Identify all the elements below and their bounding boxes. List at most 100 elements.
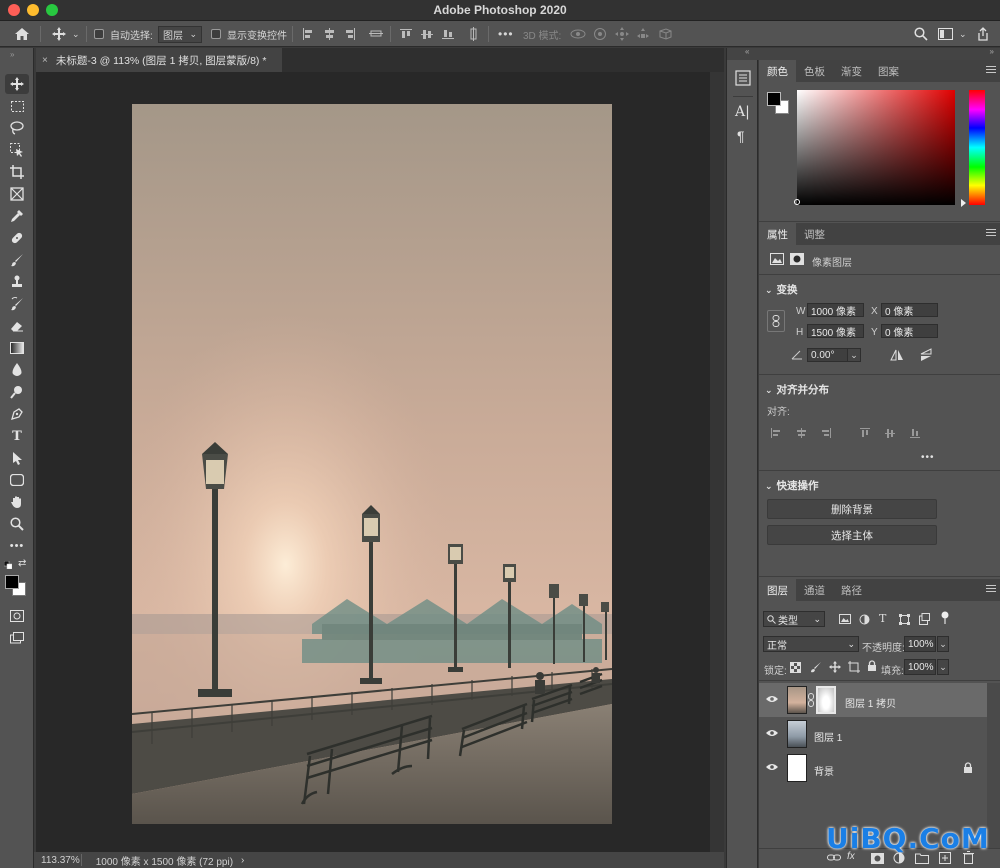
- y-field[interactable]: 0 像素: [881, 324, 938, 339]
- show-transform-checkbox[interactable]: [211, 29, 221, 39]
- layer-row-copy[interactable]: 图层 1 拷贝: [759, 683, 987, 717]
- angle-dropdown[interactable]: ⌄: [847, 348, 861, 362]
- history-panel-icon[interactable]: [735, 70, 751, 89]
- lock-position-icon[interactable]: [829, 661, 841, 676]
- align-center-h-icon[interactable]: [323, 21, 335, 47]
- search-icon[interactable]: [914, 21, 928, 47]
- foreground-color-swatch[interactable]: [767, 92, 781, 106]
- tab-paths[interactable]: 路径: [833, 579, 870, 601]
- layer-row-layer1[interactable]: 图层 1: [759, 717, 987, 751]
- frame-tool-icon[interactable]: [5, 184, 29, 204]
- foreground-color-swatch[interactable]: [5, 575, 19, 589]
- align-bottom-edges-icon[interactable]: [910, 428, 920, 441]
- align-v-centers-icon[interactable]: [885, 428, 895, 441]
- visibility-eye-icon[interactable]: [766, 728, 778, 740]
- layer-filter-kind[interactable]: 类型 ⌄: [763, 611, 825, 627]
- align-top-edges-icon[interactable]: [860, 428, 870, 441]
- blur-tool-icon[interactable]: [5, 360, 29, 380]
- align-more-icon[interactable]: •••: [921, 452, 935, 463]
- crop-tool-icon[interactable]: [5, 162, 29, 182]
- align-left-icon[interactable]: [302, 21, 314, 47]
- move-tool-icon[interactable]: ⌄: [52, 21, 80, 47]
- workspace-icon[interactable]: ⌄: [938, 21, 967, 47]
- dodge-tool-icon[interactable]: [5, 382, 29, 402]
- lock-icon[interactable]: [963, 762, 973, 777]
- color-swatches[interactable]: [4, 574, 28, 598]
- close-tab-icon[interactable]: ×: [42, 55, 48, 66]
- align-bottom-icon[interactable]: [442, 21, 454, 47]
- tab-channels[interactable]: 通道: [796, 579, 833, 601]
- document-tab[interactable]: × 未标题-3 @ 113% (图层 1 拷贝, 图层蒙版/8) *: [36, 48, 282, 72]
- lock-transparent-icon[interactable]: [790, 662, 801, 676]
- x-field[interactable]: 0 像素: [881, 303, 938, 318]
- flip-horizontal-icon[interactable]: [890, 349, 904, 364]
- marquee-tool-icon[interactable]: [5, 96, 29, 116]
- select-subject-button[interactable]: 选择主体: [767, 525, 937, 545]
- document-canvas[interactable]: [132, 104, 612, 824]
- panel-menu-icon[interactable]: [986, 583, 996, 595]
- clone-stamp-tool-icon[interactable]: [5, 272, 29, 292]
- fill-field[interactable]: 100%: [904, 659, 936, 675]
- quick-mask-icon[interactable]: [5, 606, 29, 626]
- default-colors-icon[interactable]: [3, 560, 13, 570]
- align-middle-v-icon[interactable]: [421, 21, 433, 47]
- distribute-icon[interactable]: [369, 21, 383, 47]
- filter-adjustment-icon[interactable]: [859, 614, 870, 628]
- align-top-icon[interactable]: [400, 21, 412, 47]
- eraser-tool-icon[interactable]: [5, 316, 29, 336]
- 3d-scale-icon[interactable]: [657, 21, 673, 47]
- chevron-down-icon[interactable]: ⌄: [765, 481, 773, 491]
- color-field[interactable]: [794, 90, 955, 205]
- 3d-slide-icon[interactable]: [636, 21, 650, 47]
- edit-toolbar-icon[interactable]: •••: [5, 536, 29, 556]
- filter-smart-object-icon[interactable]: [919, 613, 930, 628]
- 3d-roll-icon[interactable]: [593, 21, 607, 47]
- type-tool-icon[interactable]: T: [5, 426, 29, 446]
- layer-mask-thumbnail[interactable]: [816, 686, 836, 714]
- link-dimensions-icon[interactable]: [767, 310, 785, 332]
- color-picker-cursor[interactable]: [794, 199, 800, 205]
- filter-pixel-icon[interactable]: [839, 614, 851, 627]
- share-icon[interactable]: [976, 21, 990, 47]
- opacity-field[interactable]: 100%: [904, 636, 936, 652]
- tab-layers[interactable]: 图层: [759, 579, 796, 601]
- filter-type-icon[interactable]: T: [879, 612, 886, 625]
- tab-swatches[interactable]: 色板: [796, 60, 833, 82]
- color-panel-swatches[interactable]: [767, 92, 791, 116]
- paragraph-panel-icon[interactable]: ¶: [737, 128, 745, 144]
- eyedropper-tool-icon[interactable]: [5, 206, 29, 226]
- hand-tool-icon[interactable]: [5, 492, 29, 512]
- add-mask-icon[interactable]: [871, 853, 884, 867]
- brush-tool-icon[interactable]: [5, 250, 29, 270]
- panel-menu-icon[interactable]: [986, 227, 996, 239]
- blend-mode-dropdown[interactable]: 正常 ⌄: [763, 636, 859, 652]
- filter-shape-icon[interactable]: [899, 614, 910, 628]
- chevron-down-icon[interactable]: ⌄: [72, 29, 80, 40]
- tab-color[interactable]: 颜色: [759, 60, 796, 82]
- healing-brush-tool-icon[interactable]: [5, 228, 29, 248]
- rectangle-tool-icon[interactable]: [5, 470, 29, 490]
- lock-all-icon[interactable]: [867, 660, 877, 675]
- chevron-down-icon[interactable]: ⌄: [765, 285, 773, 295]
- object-selection-tool-icon[interactable]: [5, 140, 29, 160]
- align-right-icon[interactable]: [344, 21, 356, 47]
- chevron-down-icon[interactable]: ⌄: [959, 29, 967, 40]
- 3d-orbit-icon[interactable]: [570, 21, 586, 47]
- visibility-eye-icon[interactable]: [766, 762, 778, 774]
- home-icon[interactable]: [14, 21, 30, 47]
- lasso-tool-icon[interactable]: [5, 118, 29, 138]
- distribute-v-icon[interactable]: [468, 21, 480, 47]
- remove-background-button[interactable]: 删除背景: [767, 499, 937, 519]
- chevron-down-icon[interactable]: ⌄: [765, 385, 773, 395]
- fill-dropdown[interactable]: ⌄: [937, 659, 949, 675]
- move-tool-icon[interactable]: [5, 74, 29, 94]
- tab-adjustments[interactable]: 调整: [796, 223, 833, 245]
- history-brush-tool-icon[interactable]: [5, 294, 29, 314]
- 3d-pan-icon[interactable]: [615, 21, 629, 47]
- zoom-tool-icon[interactable]: [5, 514, 29, 534]
- layer-mask-icon[interactable]: [790, 253, 804, 268]
- canvas-area[interactable]: [36, 72, 724, 852]
- status-menu-icon[interactable]: ›: [241, 855, 244, 866]
- screen-mode-icon[interactable]: [5, 628, 29, 648]
- hue-slider-handle[interactable]: [961, 199, 966, 207]
